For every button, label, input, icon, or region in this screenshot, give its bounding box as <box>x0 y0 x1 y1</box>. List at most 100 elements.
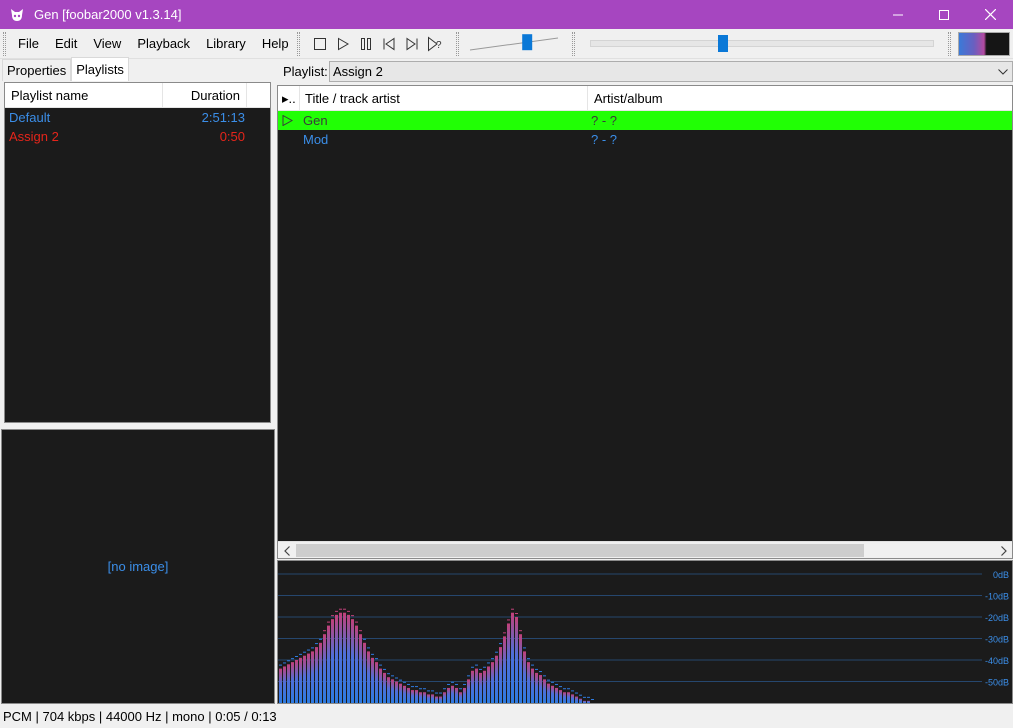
playlist-dropdown-value: Assign 2 <box>333 64 383 79</box>
spectrum-peak <box>499 643 502 645</box>
no-image-placeholder: [no image] <box>107 559 169 574</box>
spectrum-peak <box>531 664 534 666</box>
spectrum-bar <box>287 664 290 703</box>
spectrum-peak <box>511 608 514 610</box>
spectrum-bar <box>383 672 386 703</box>
playlist-name: Default <box>9 110 51 125</box>
spectrum-peak <box>415 686 418 688</box>
spectrum-bar <box>451 685 454 703</box>
seek-bar[interactable] <box>588 29 936 59</box>
tab-properties[interactable]: Properties <box>2 59 72 81</box>
scroll-thumb[interactable] <box>296 544 864 557</box>
play-icon <box>337 37 349 51</box>
spectrum-peak <box>535 668 538 670</box>
playlist-dropdown[interactable]: Assign 2 <box>329 61 1013 82</box>
spectrum-bar <box>587 700 590 703</box>
toolbar-grip[interactable] <box>3 32 6 56</box>
column-playlist-name[interactable]: Playlist name <box>5 83 163 107</box>
spectrum-peak <box>451 681 454 683</box>
toolbar-grip[interactable] <box>948 32 951 56</box>
track-artist-album: ? - ? <box>591 113 618 128</box>
spectrum-bar <box>571 694 574 703</box>
menu-file[interactable]: File <box>10 29 47 59</box>
random-button[interactable]: ? <box>423 33 446 55</box>
column-playing[interactable]: ▸.. <box>278 86 300 110</box>
menu-library[interactable]: Library <box>198 29 254 59</box>
playlist-view: ▸.. Title / track artist Artist/album Ge… <box>277 85 1013 559</box>
spectrum-peak <box>487 662 490 664</box>
maximize-button[interactable] <box>921 0 967 29</box>
spectrum-peak <box>567 688 570 690</box>
toolbar-grip[interactable] <box>297 32 300 56</box>
spectrum-peak <box>579 694 582 696</box>
close-button[interactable] <box>967 0 1013 29</box>
spectrum-bar <box>399 683 402 703</box>
spectrum-peak <box>559 686 562 688</box>
playlist-manager-header: Playlist name Duration <box>5 83 270 108</box>
minimize-button[interactable] <box>875 0 921 29</box>
spectrum-peak <box>399 679 402 681</box>
spectrum-bar <box>303 655 306 703</box>
playlist-selector-label: Playlist: <box>283 64 328 79</box>
track-row[interactable]: Gen ? - ? <box>278 111 1012 130</box>
status-bar: PCM | 704 kbps | 44000 Hz | mono | 0:05 … <box>0 705 1013 728</box>
spectrum-peak <box>363 638 366 640</box>
spectrum-peak <box>283 662 286 664</box>
playlist-row[interactable]: Default 2:51:13 <box>5 108 270 127</box>
scroll-right-button[interactable] <box>995 542 1012 559</box>
playlist-row[interactable]: Assign 2 0:50 <box>5 127 270 146</box>
spectrum-peak <box>563 688 566 690</box>
spectrum-bar <box>415 690 418 703</box>
menu-view[interactable]: View <box>85 29 129 59</box>
column-title-artist[interactable]: Title / track artist <box>300 86 588 110</box>
spectrum-bar <box>395 681 398 703</box>
menu-playback[interactable]: Playback <box>129 29 198 59</box>
chevron-down-icon <box>997 62 1009 81</box>
now-playing-icon <box>278 111 300 130</box>
spectrum-bar <box>367 651 370 703</box>
spectrum-bar <box>431 694 434 703</box>
tab-playlists[interactable]: Playlists <box>71 57 129 81</box>
volume-thumb[interactable] <box>522 34 533 51</box>
toolbar-grip[interactable] <box>572 32 575 56</box>
scroll-left-button[interactable] <box>278 542 295 559</box>
spectrum-bar <box>363 642 366 703</box>
spectrum-bar <box>311 651 314 703</box>
track-title: Mod <box>303 132 329 147</box>
foobar-app-icon <box>11 8 23 21</box>
spectrum-peak <box>355 621 358 623</box>
horizontal-scrollbar[interactable] <box>278 541 1012 558</box>
spectrum-peak <box>327 621 330 623</box>
spectrum-bar <box>515 617 518 703</box>
column-artist-album[interactable]: Artist/album <box>588 86 1012 110</box>
column-duration[interactable]: Duration <box>163 83 247 107</box>
spectrum-bar <box>419 692 422 703</box>
toolbar-grip[interactable] <box>456 32 459 56</box>
spectrum-peak <box>507 619 510 621</box>
volume-slider[interactable] <box>466 29 562 59</box>
track-row[interactable]: Mod ? - ? <box>278 130 1012 149</box>
spectrum-bar <box>439 696 442 703</box>
previous-button[interactable] <box>377 33 400 55</box>
spectrum-bar <box>447 687 450 703</box>
stop-button[interactable] <box>308 33 331 55</box>
window-title: Gen [foobar2000 v1.3.14] <box>34 7 182 22</box>
spectrum-peak <box>335 610 338 612</box>
spectrum-peak <box>495 651 498 653</box>
menu-help[interactable]: Help <box>254 29 297 59</box>
spectrum-bar <box>579 698 582 703</box>
spectrum-peak <box>407 683 410 685</box>
spectrum-bar <box>535 672 538 703</box>
seek-thumb[interactable] <box>718 35 729 52</box>
spectrum-peak <box>571 690 574 692</box>
next-button[interactable] <box>400 33 423 55</box>
seek-track[interactable] <box>590 40 934 47</box>
menu-edit[interactable]: Edit <box>47 29 85 59</box>
track-artist-album: ? - ? <box>591 132 618 147</box>
spectrum-bar <box>471 670 474 703</box>
pause-button[interactable] <box>354 33 377 55</box>
spectrum-peak <box>359 630 362 632</box>
maximize-icon <box>939 9 949 20</box>
spectrum-peak <box>299 653 302 655</box>
play-button[interactable] <box>331 33 354 55</box>
